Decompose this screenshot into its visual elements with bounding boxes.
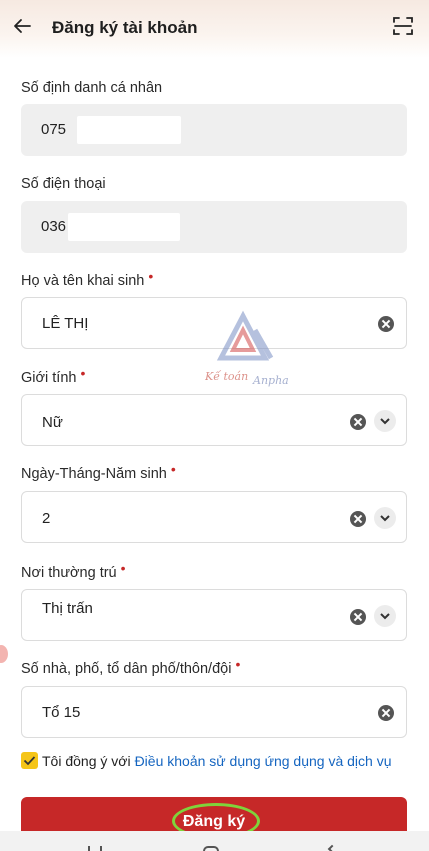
qr-scan-icon[interactable] — [391, 14, 415, 38]
dob-value: 2 — [42, 510, 51, 527]
full-name-value: LÊ THỊ — [42, 315, 89, 332]
phone-value: 036 — [41, 218, 67, 235]
id-number-value: 075 — [41, 121, 67, 138]
clear-icon[interactable] — [378, 705, 394, 721]
phone-label: Số điện thoại — [21, 176, 106, 192]
required-mark: • — [170, 461, 176, 477]
check-icon — [23, 756, 36, 766]
clear-icon[interactable] — [350, 511, 366, 527]
residence-label: Nơi thường trú • — [21, 560, 126, 581]
id-number-label: Số định danh cá nhân — [21, 80, 163, 96]
app-header: Đăng ký tài khoản — [0, 0, 429, 58]
clear-icon[interactable] — [378, 316, 394, 332]
agreement-row: Tôi đồng ý với Điều khoản sử dụng ứng dụ… — [21, 752, 391, 769]
required-mark: • — [120, 560, 126, 576]
required-mark: • — [148, 268, 154, 284]
full-name-label: Họ và tên khai sinh • — [21, 268, 154, 289]
clear-icon[interactable] — [350, 609, 366, 625]
id-number-field: 075 — [21, 104, 407, 156]
residence-select[interactable]: Thị trấn — [21, 589, 407, 641]
recent-apps-icon[interactable] — [88, 846, 102, 851]
residence-value: Thị trấn — [42, 600, 93, 617]
terms-link[interactable]: Điều khoản sử dụng ứng dụng và dịch vụ — [135, 753, 392, 769]
floating-handle[interactable] — [0, 645, 8, 663]
phone-field: 036 — [21, 201, 407, 253]
address-value: Tổ 15 — [42, 704, 81, 721]
watermark-text-1: Kế toán — [205, 370, 248, 383]
page-title: Đăng ký tài khoản — [52, 18, 198, 37]
watermark-text-2: Anpha — [252, 374, 289, 387]
gender-select[interactable]: Nữ — [21, 394, 407, 446]
home-icon[interactable] — [203, 846, 219, 851]
agreement-checkbox[interactable] — [21, 752, 38, 769]
agreement-text: Tôi đồng ý với — [42, 752, 131, 769]
gender-label: Giới tính • — [21, 365, 86, 386]
chevron-down-icon[interactable] — [374, 507, 396, 529]
address-label: Số nhà, phố, tổ dân phố/thôn/đội • — [21, 656, 241, 677]
dob-label: Ngày-Tháng-Năm sinh • — [21, 461, 176, 482]
arrow-left-icon[interactable] — [10, 14, 34, 38]
chevron-down-icon[interactable] — [374, 605, 396, 627]
clear-icon[interactable] — [350, 414, 366, 430]
dob-select[interactable]: 2 — [21, 491, 407, 543]
redaction-mask — [68, 213, 180, 241]
chevron-down-icon[interactable] — [374, 410, 396, 432]
redaction-mask — [77, 116, 181, 144]
required-mark: • — [235, 656, 241, 672]
required-mark: • — [80, 365, 86, 381]
watermark-logo: Kế toán Anpha — [204, 308, 305, 388]
address-input[interactable]: Tổ 15 — [21, 686, 407, 738]
gender-value: Nữ — [42, 414, 63, 431]
